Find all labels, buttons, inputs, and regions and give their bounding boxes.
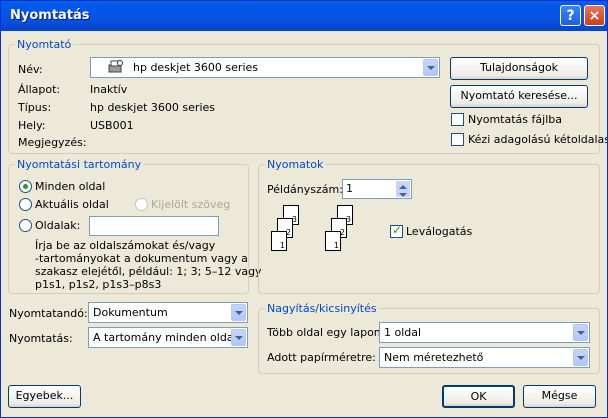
spin-down-icon[interactable]	[396, 189, 410, 197]
print-mode-label: Nyomtatás:	[9, 332, 73, 345]
collate-label: Leválogatás	[406, 225, 473, 238]
pages-per-sheet-label: Több oldal egy lapon:	[267, 326, 385, 339]
printer-icon	[107, 60, 123, 74]
scale-select[interactable]: Nem méretezhető	[379, 347, 590, 368]
find-printer-button[interactable]: Nyomtató keresése...	[450, 85, 588, 108]
options-button[interactable]: Egyebek...	[8, 385, 81, 408]
printer-legend: Nyomtató	[15, 38, 74, 51]
printer-name-value: hp deskjet 3600 series	[133, 61, 259, 74]
copies-legend: Nyomatok	[265, 158, 326, 171]
copies-count-value: 1	[346, 182, 353, 195]
print-to-file-label: Nyomtatás fájlba	[468, 113, 562, 126]
printer-where-label: Hely:	[18, 119, 46, 132]
range-help-line-3: szakasz elejétől, például: 1; 3; 5–12 va…	[35, 265, 262, 278]
print-dialog: Nyomtatás ? × Nyomtató Név: hp deskjet 3…	[0, 0, 608, 418]
range-help-line-2: -tartományokat a dokumentum vagy a	[35, 252, 248, 265]
print-what-select[interactable]: Dokumentum	[88, 302, 248, 323]
manual-duplex-label: Kézi adagolású kétoldalas	[468, 133, 608, 146]
pages-label: Oldalak:	[35, 219, 81, 232]
printer-group: Nyomtató Név: hp deskjet 3600 series Áll…	[8, 38, 607, 154]
printer-name-label: Név:	[18, 63, 43, 76]
page-icon: 1	[325, 231, 341, 251]
all-pages-radio[interactable]	[19, 180, 32, 193]
range-help-line-4: p1s1, p1s2, p1s3–p8s3	[35, 278, 162, 291]
chevron-down-icon[interactable]	[573, 349, 588, 366]
print-mode-select[interactable]: A tartomány minden oldala	[88, 327, 248, 348]
scale-label: Adott papírméretre:	[267, 351, 376, 364]
printer-type-value: hp deskjet 3600 series	[90, 101, 216, 114]
printer-status-value: Inaktív	[90, 83, 128, 96]
chevron-down-icon[interactable]	[231, 329, 246, 346]
collate-stack-a: 3 2 1	[267, 205, 307, 259]
chevron-down-icon[interactable]	[231, 304, 246, 321]
zoom-group: Nagyítás/kicsinyítés Több oldal egy lapo…	[258, 302, 600, 374]
page-range-legend: Nyomtatási tartomány	[15, 158, 144, 171]
printer-where-value: USB001	[90, 119, 134, 132]
pages-radio[interactable]	[19, 219, 32, 232]
printer-type-label: Típus:	[18, 101, 52, 114]
cancel-button[interactable]: Mégse	[523, 385, 596, 408]
pages-per-sheet-value: 1 oldal	[384, 326, 422, 339]
ok-button[interactable]: OK	[442, 385, 515, 408]
print-what-value: Dokumentum	[93, 306, 168, 319]
copies-count-label: Példányszám:	[267, 183, 343, 196]
range-help-line-1: Írja be az oldalszámokat és/vagy	[35, 239, 216, 252]
current-page-radio[interactable]	[19, 198, 32, 211]
properties-button[interactable]: Tulajdonságok	[450, 57, 588, 80]
title-bar: Nyomtatás ? ×	[1, 1, 607, 31]
collate-checkbox[interactable]	[390, 223, 403, 238]
printer-status-label: Állapot:	[18, 83, 61, 96]
printer-name-select[interactable]: hp deskjet 3600 series	[90, 57, 440, 78]
chevron-down-icon[interactable]	[573, 324, 588, 341]
collate-stack-b: 3 2 1	[321, 205, 361, 259]
zoom-legend: Nagyítás/kicsinyítés	[265, 302, 379, 315]
help-button[interactable]: ?	[560, 5, 581, 26]
chevron-down-icon[interactable]	[423, 59, 438, 76]
current-page-label: Aktuális oldal	[35, 198, 109, 211]
copies-stepper[interactable]: 1	[342, 179, 412, 199]
manual-duplex-checkbox[interactable]	[451, 133, 464, 146]
print-mode-value: A tartomány minden oldala	[93, 331, 244, 344]
page-icon: 1	[271, 231, 287, 251]
copies-group: Nyomatok Példányszám: 1 3 2 1 3 2 1 Levá…	[258, 158, 600, 294]
print-to-file-checkbox[interactable]	[451, 113, 464, 126]
printer-comment-label: Megjegyzés:	[18, 136, 87, 149]
print-what-label: Nyomtatandó:	[9, 307, 88, 320]
close-button[interactable]: ×	[584, 5, 605, 26]
page-range-group: Nyomtatási tartomány Minden oldal Aktuál…	[8, 158, 262, 294]
all-pages-label: Minden oldal	[35, 180, 106, 193]
selection-radio[interactable]	[135, 198, 148, 211]
window-title: Nyomtatás	[10, 8, 90, 23]
spin-up-icon[interactable]	[396, 181, 410, 189]
pages-input[interactable]	[89, 216, 219, 236]
scale-value: Nem méretezhető	[384, 351, 484, 364]
selection-label: Kijelölt szöveg	[151, 198, 231, 211]
pages-per-sheet-select[interactable]: 1 oldal	[379, 322, 590, 343]
